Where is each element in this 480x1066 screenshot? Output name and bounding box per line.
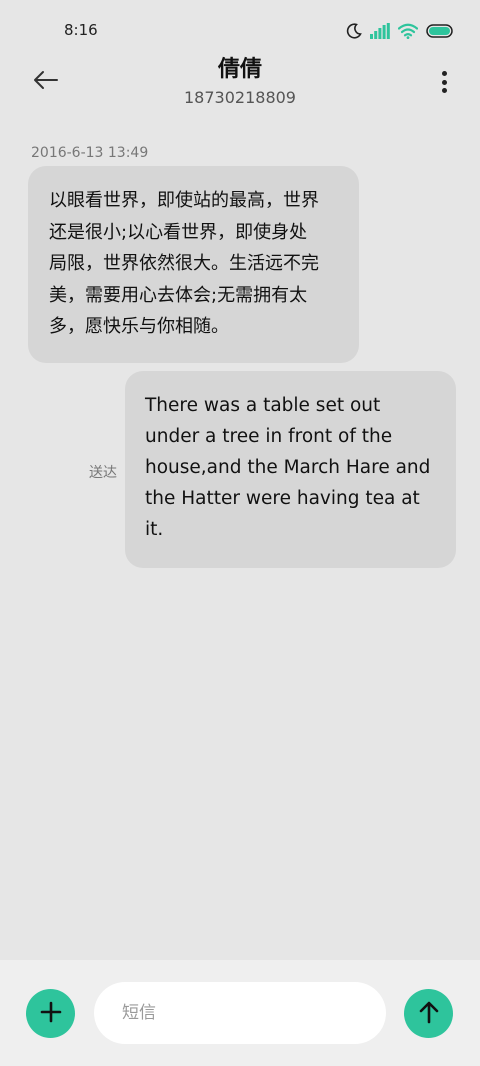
message-line: under a tree in front of the — [145, 426, 393, 447]
more-options-button[interactable] — [438, 68, 450, 96]
arrow-up-icon — [418, 1000, 440, 1028]
status-icons — [346, 22, 454, 40]
more-vertical-icon-dot — [441, 71, 447, 76]
more-vertical-icon-dot — [441, 79, 447, 85]
message-line: the Hatter were having tea at — [145, 488, 420, 509]
message-composer — [0, 960, 480, 1066]
message-line: 美，需要用心去体会;无需拥有太 — [49, 284, 308, 306]
message-line: There was a table set out — [145, 395, 381, 416]
incoming-message-bubble[interactable]: 以眼看世界，即使站的最高，世界 还是很小;以心看世界，即使身处 局限，世界依然很… — [28, 166, 359, 363]
cellular-signal-icon — [370, 23, 390, 39]
message-line: 多，愿快乐与你相随。 — [49, 316, 229, 337]
conversation-screen: 8:16 倩倩 18730218809 2016-6-13 13:49 以眼看世… — [0, 0, 480, 1066]
moon-icon — [346, 23, 362, 39]
contact-number: 18730218809 — [184, 88, 296, 107]
plus-icon — [40, 1001, 62, 1027]
contact-title: 倩倩 18730218809 — [0, 56, 480, 108]
message-line: 以眼看世界，即使站的最高，世界 — [49, 190, 319, 211]
message-line: house,and the March Hare and — [145, 457, 431, 478]
message-input[interactable] — [94, 982, 386, 1044]
status-bar: 8:16 — [0, 0, 480, 62]
message-line: 局限，世界依然很大。生活远不完 — [49, 253, 319, 274]
message-line: 还是很小;以心看世界，即使身处 — [49, 221, 308, 243]
status-time: 8:16 — [64, 21, 98, 39]
contact-name: 倩倩 — [217, 57, 262, 82]
conversation-header: 倩倩 18730218809 — [0, 56, 480, 114]
message-line: it. — [145, 519, 164, 540]
outgoing-message-bubble[interactable]: There was a table set out under a tree i… — [125, 371, 456, 568]
more-vertical-icon-dot — [441, 88, 447, 93]
battery-icon — [426, 24, 454, 38]
message-timestamp: 2016-6-13 13:49 — [31, 145, 149, 161]
add-attachment-button[interactable] — [26, 989, 75, 1038]
send-button[interactable] — [404, 989, 453, 1038]
wifi-icon — [398, 23, 418, 39]
delivery-status: 送达 — [89, 465, 117, 481]
